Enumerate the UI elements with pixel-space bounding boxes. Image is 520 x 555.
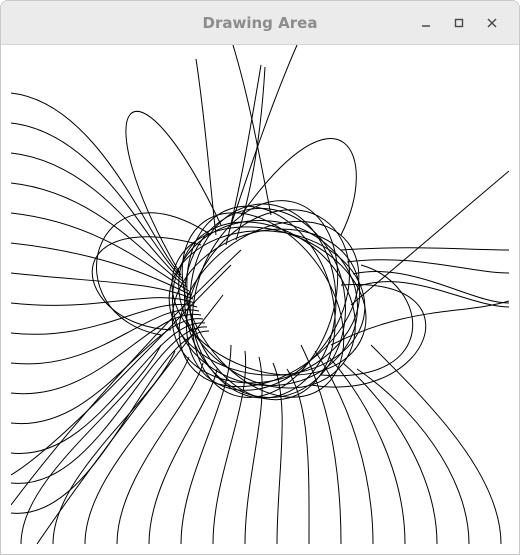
right-fan-curve [352, 271, 509, 304]
bottom-fan-curve [212, 350, 247, 544]
left-fan-curve [11, 92, 182, 276]
left-fan-curve [11, 182, 188, 288]
diagonal-line [11, 264, 232, 476]
maximize-icon [454, 18, 464, 28]
bottom-fan-curve [356, 368, 470, 544]
close-button[interactable] [483, 14, 501, 32]
left-fan-curve [11, 272, 194, 300]
right-diagonal-line [350, 170, 509, 306]
top-line [195, 58, 217, 236]
right-fan-curve [340, 247, 509, 251]
close-icon [487, 18, 497, 28]
right-fan-curve [358, 281, 509, 308]
drawing-area[interactable] [11, 45, 509, 544]
window-title: Drawing Area [202, 14, 318, 32]
bottom-fan-curve [370, 344, 502, 544]
diagonal-line [11, 249, 242, 506]
left-fan-curve [11, 326, 208, 484]
app-window: Drawing Area [0, 0, 520, 555]
maximize-button[interactable] [450, 14, 468, 32]
bottom-fan-curve [342, 362, 438, 544]
bottom-fan-curve [116, 362, 204, 544]
drawing-canvas[interactable] [11, 45, 509, 544]
bottom-fan-curve [84, 356, 190, 544]
minimize-button[interactable] [417, 14, 435, 32]
minimize-icon [421, 18, 431, 28]
petal-curve [125, 110, 222, 276]
title-bar[interactable]: Drawing Area [1, 1, 519, 45]
right-fan-curve [346, 259, 509, 274]
top-line [235, 66, 266, 241]
